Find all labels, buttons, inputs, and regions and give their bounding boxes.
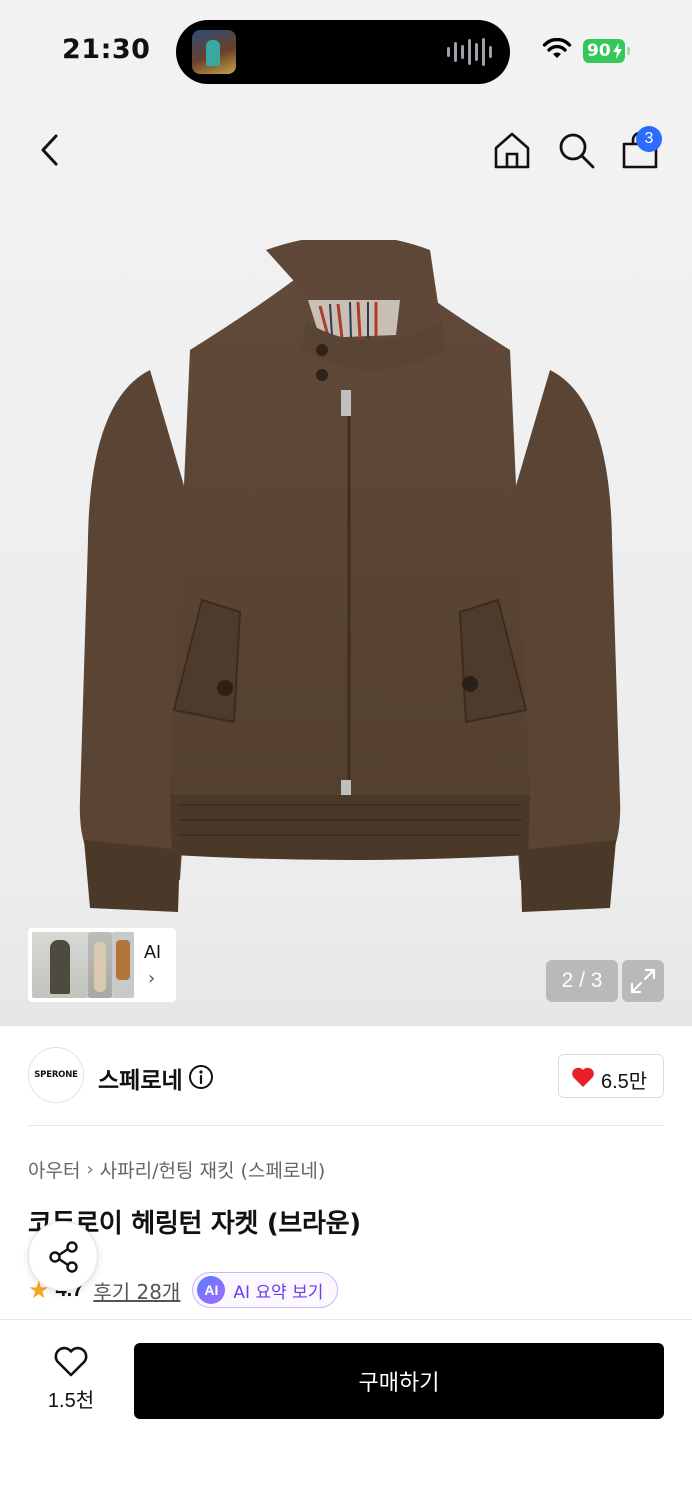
brand-logo[interactable]: SPERONE xyxy=(28,1047,84,1103)
thumbnail-model-photo[interactable] xyxy=(32,932,88,998)
wishlist-button[interactable]: 1.5천 xyxy=(38,1346,104,1416)
heart-outline-icon xyxy=(54,1346,88,1377)
search-icon[interactable] xyxy=(556,130,596,170)
brand-like-button[interactable]: 6.5만 xyxy=(558,1054,664,1098)
brand-name[interactable]: 스페로네 xyxy=(98,1061,183,1095)
thumbnail-photo-3[interactable] xyxy=(112,932,134,998)
ai-badge-icon: AI xyxy=(197,1276,226,1304)
brand-row[interactable]: SPERONE 스페로네 6.5만 xyxy=(0,1026,692,1126)
status-time: 21:30 xyxy=(62,34,151,65)
status-bar: 21:30 90 xyxy=(0,0,692,100)
bottom-action-bar: 1.5천 구매하기 xyxy=(0,1319,692,1500)
audio-waveform-icon xyxy=(447,38,492,66)
now-playing-artwork xyxy=(192,30,236,74)
divider xyxy=(28,1125,664,1126)
cart-count-badge: 3 xyxy=(636,126,662,152)
dynamic-island[interactable] xyxy=(176,20,510,84)
heart-filled-icon xyxy=(572,1067,594,1087)
ai-summary-button[interactable]: AI AI 요약 보기 xyxy=(192,1272,339,1308)
home-icon[interactable] xyxy=(492,130,532,170)
styling-thumbnails[interactable]: AI › xyxy=(28,928,176,1002)
thumbnail-photo-2[interactable] xyxy=(88,932,112,998)
ai-summary-label: AI 요약 보기 xyxy=(233,1282,324,1303)
charging-bolt-icon xyxy=(613,43,622,59)
image-counter: 2 / 3 xyxy=(546,960,618,1002)
back-icon[interactable] xyxy=(34,130,66,170)
wishlist-count: 1.5천 xyxy=(47,1390,95,1412)
info-icon[interactable] xyxy=(188,1064,214,1090)
chevron-right-icon: › xyxy=(86,1159,94,1180)
brand-like-count: 6.5만 xyxy=(601,1071,648,1093)
reviews-link[interactable]: 후기 28개 xyxy=(93,1276,180,1305)
chevron-right-icon: › xyxy=(148,968,156,989)
product-photo-jacket xyxy=(79,240,621,912)
share-button[interactable] xyxy=(28,1221,98,1291)
breadcrumb-subcategory[interactable]: 사파리/헌팅 재킷 (스페로네) xyxy=(100,1156,326,1183)
breadcrumb-category[interactable]: 아우터 xyxy=(28,1156,80,1183)
wifi-icon xyxy=(542,38,572,58)
battery-indicator: 90 xyxy=(583,39,625,63)
ai-thumbnail-label: AI xyxy=(144,942,162,962)
share-icon xyxy=(49,1241,78,1273)
breadcrumb: 아우터 › 사파리/헌팅 재킷 (스페로네) xyxy=(28,1156,325,1183)
expand-icon[interactable] xyxy=(622,960,664,1002)
buy-button[interactable]: 구매하기 xyxy=(134,1343,664,1419)
product-image-gallery[interactable]: AI › 2 / 3 xyxy=(0,100,692,1026)
